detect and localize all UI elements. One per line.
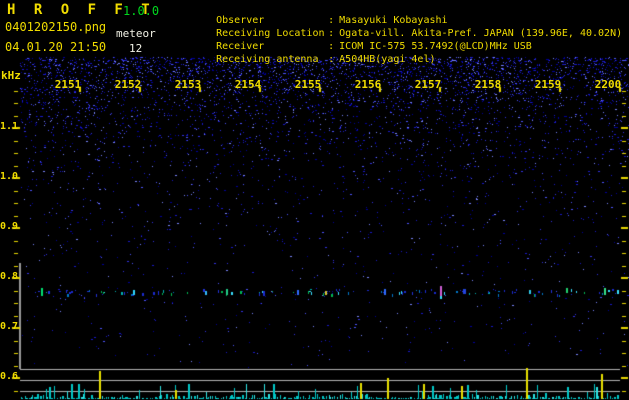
x-axis-label: 2157 bbox=[414, 78, 442, 91]
output-filename: 0401202150.png bbox=[5, 20, 107, 34]
x-axis-label: 2158 bbox=[474, 78, 502, 91]
info-row-observer: Observer: Masayuki Kobayashi bbox=[180, 1, 622, 26]
y-axis-label: 0.6 bbox=[0, 371, 19, 382]
x-axis-label: 2156 bbox=[354, 78, 382, 91]
station-info-block: Observer: Masayuki Kobayashi Receiving Lo… bbox=[180, 1, 623, 65]
x-axis-label: 2155 bbox=[294, 78, 322, 91]
info-value: Masayuki Kobayashi bbox=[339, 15, 448, 26]
y-axis-label: 0.9 bbox=[0, 221, 19, 232]
y-axis-label: 1.0 bbox=[0, 171, 19, 182]
x-axis-label: 2151 bbox=[54, 78, 82, 91]
info-colon: : bbox=[328, 15, 335, 26]
x-axis-label: 2200 bbox=[594, 78, 622, 91]
app-version: 1.0.0 bbox=[123, 4, 160, 18]
info-label: Observer bbox=[216, 15, 265, 26]
x-axis-label: 2153 bbox=[174, 78, 202, 91]
info-colon: : bbox=[328, 28, 335, 39]
y-axis-label: 0.8 bbox=[0, 271, 19, 282]
hrofft-spectrogram-screen: H R O F F T 1.0.0 0401202150.png meteor … bbox=[0, 0, 629, 400]
y-axis-unit-label: kHz bbox=[1, 69, 21, 82]
info-value: ICOM IC-575 53.7492(@LCD)MHz USB bbox=[339, 41, 532, 52]
y-axis-label: 0.7 bbox=[0, 321, 19, 332]
info-colon: : bbox=[328, 41, 335, 52]
info-value: Ogata-vill. Akita-Pref. JAPAN (139.96E, … bbox=[339, 28, 623, 39]
info-label: Receiving antenna bbox=[216, 54, 319, 65]
x-axis-label: 2154 bbox=[234, 78, 262, 91]
y-axis-label: 1.1 bbox=[0, 121, 19, 132]
x-axis-label: 2152 bbox=[114, 78, 142, 91]
info-value: A504HB(yagi 4el) bbox=[339, 54, 436, 65]
observation-mode: meteor bbox=[116, 27, 156, 40]
meteor-count: 12 bbox=[129, 42, 143, 55]
info-colon: : bbox=[328, 54, 335, 65]
info-label: Receiving Location bbox=[216, 28, 325, 39]
x-axis-label: 2159 bbox=[534, 78, 562, 91]
observation-datetime: 04.01.20 21:50 bbox=[5, 40, 107, 54]
info-label: Receiver bbox=[216, 41, 265, 52]
